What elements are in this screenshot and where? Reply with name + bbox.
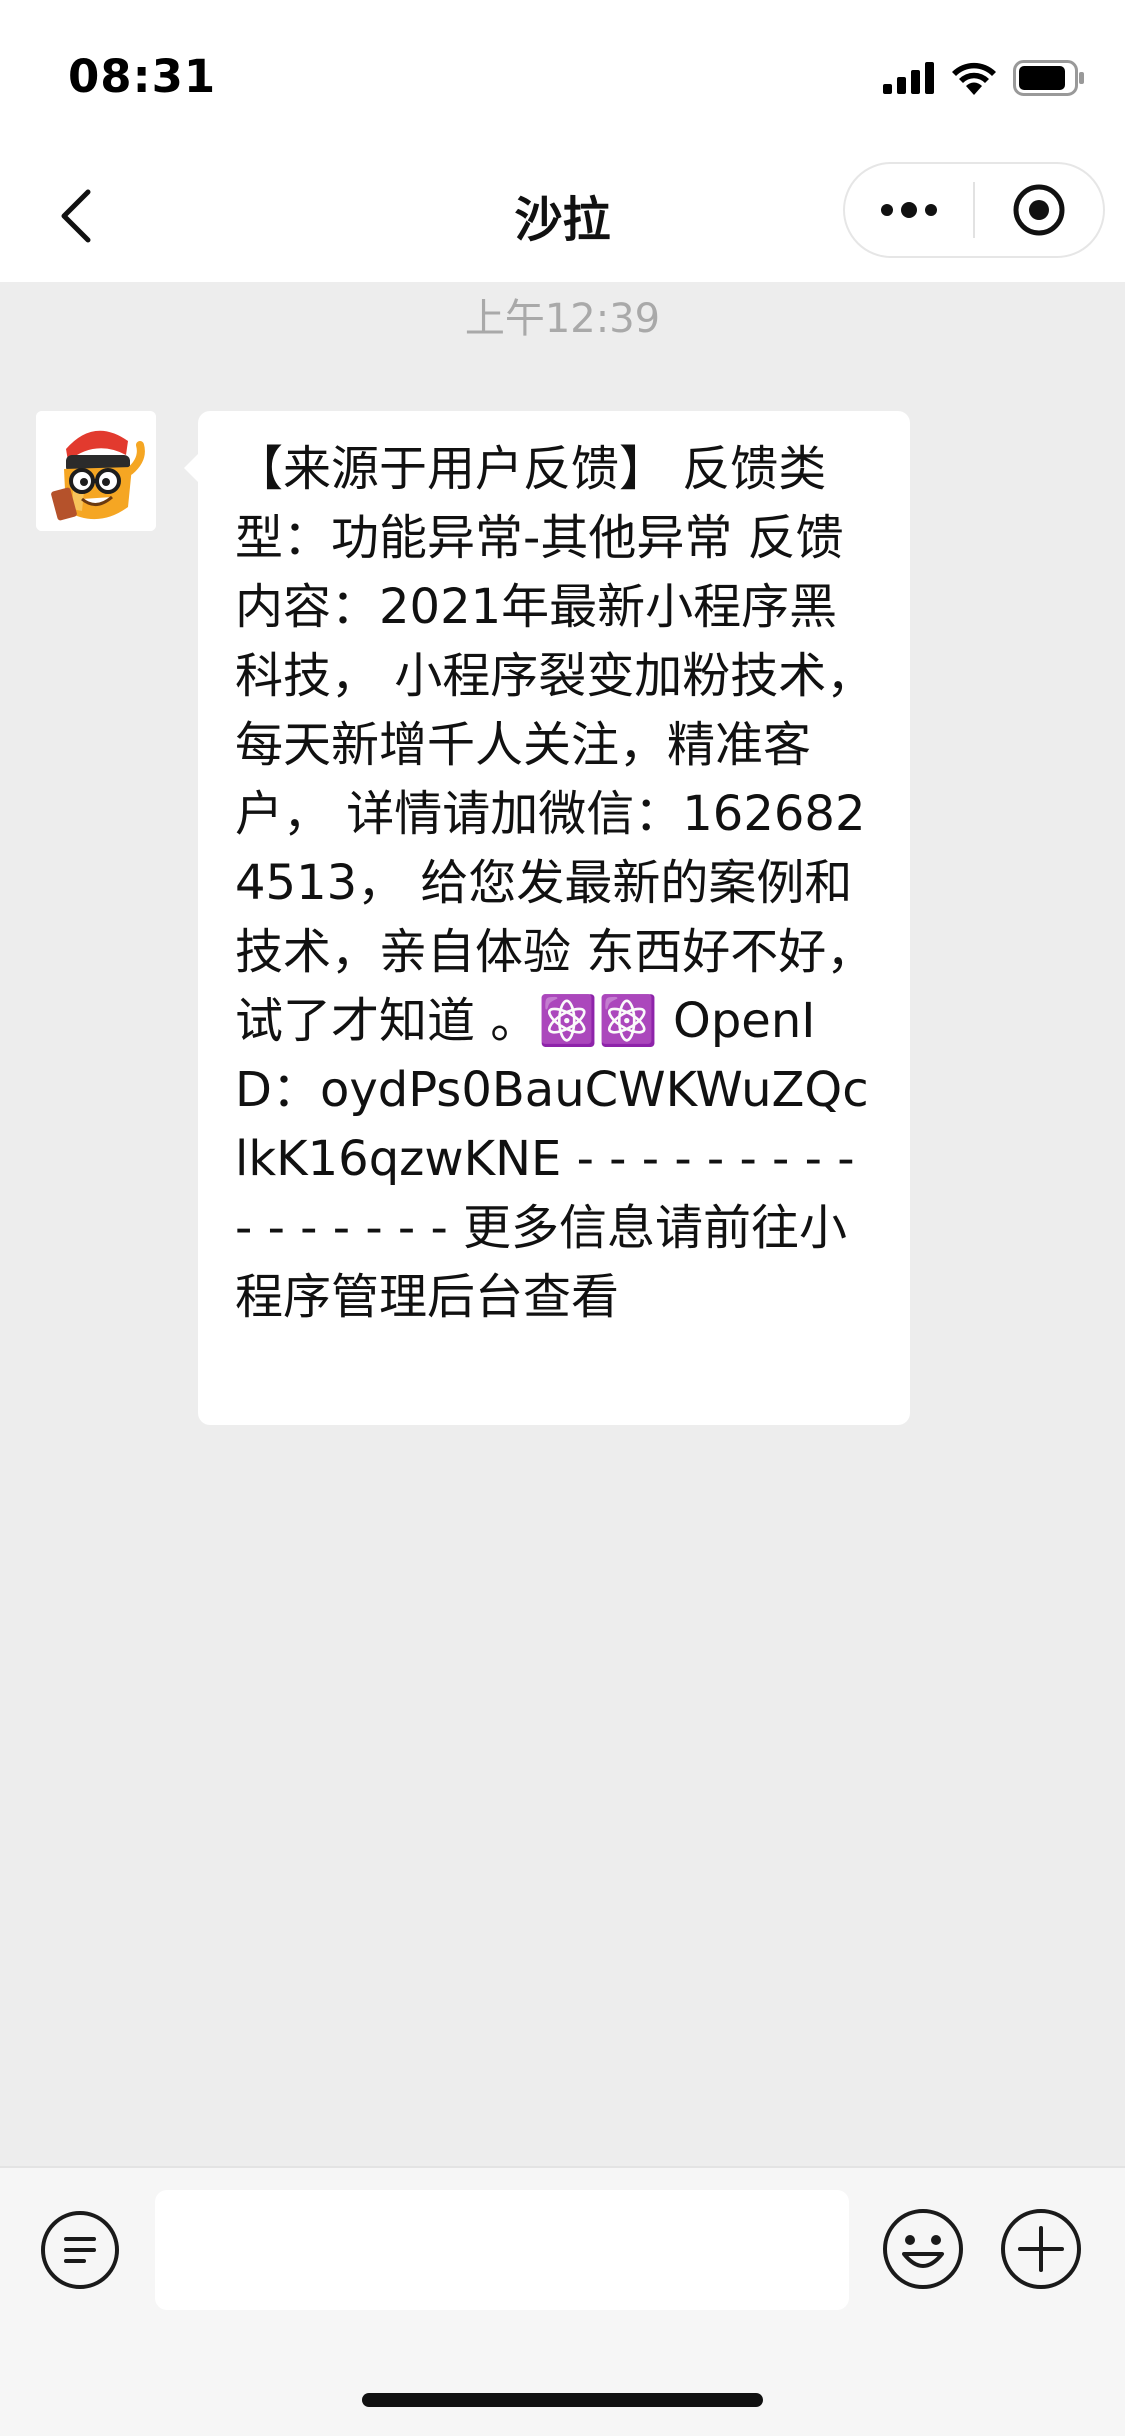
wifi-icon (952, 62, 996, 95)
plus-circle-icon (1001, 2209, 1081, 2289)
miniprogram-capsule (843, 162, 1105, 258)
bubble-tail (184, 453, 199, 483)
status-icons (883, 60, 1085, 96)
home-indicator[interactable] (362, 2393, 763, 2407)
list-menu-icon (41, 2211, 119, 2289)
status-time: 08:31 (68, 50, 217, 103)
nav-bar: 沙拉 (0, 150, 1125, 282)
smiley-face-icon (883, 2209, 963, 2289)
menu-toggle-button[interactable] (38, 2208, 122, 2292)
cartoon-pencil-avatar-icon (36, 411, 156, 531)
close-miniprogram-button[interactable] (975, 164, 1103, 256)
target-circle-icon (1013, 184, 1065, 236)
cellular-signal-icon (883, 62, 934, 94)
message-text: 【来源于用户反馈】 反馈类型：功能异常-其他异常 反馈内容：2021年最新小程序… (235, 441, 890, 1325)
more-button[interactable] (845, 164, 973, 256)
message-input[interactable] (155, 2190, 849, 2310)
more-actions-button[interactable] (998, 2206, 1084, 2292)
emoji-button[interactable] (880, 2206, 966, 2292)
chat-screen: 08:31 沙拉 上午12:39 【来源于用户反馈】 反馈类型：功能异常-其他异… (0, 0, 1125, 2436)
avatar[interactable] (36, 411, 156, 531)
battery-icon (1013, 60, 1084, 96)
message-bubble[interactable]: 【来源于用户反馈】 反馈类型：功能异常-其他异常 反馈内容：2021年最新小程序… (184, 411, 910, 1425)
more-dots-icon (881, 202, 937, 218)
message-timestamp: 上午12:39 (464, 296, 661, 342)
status-bar: 08:31 (0, 0, 1125, 150)
